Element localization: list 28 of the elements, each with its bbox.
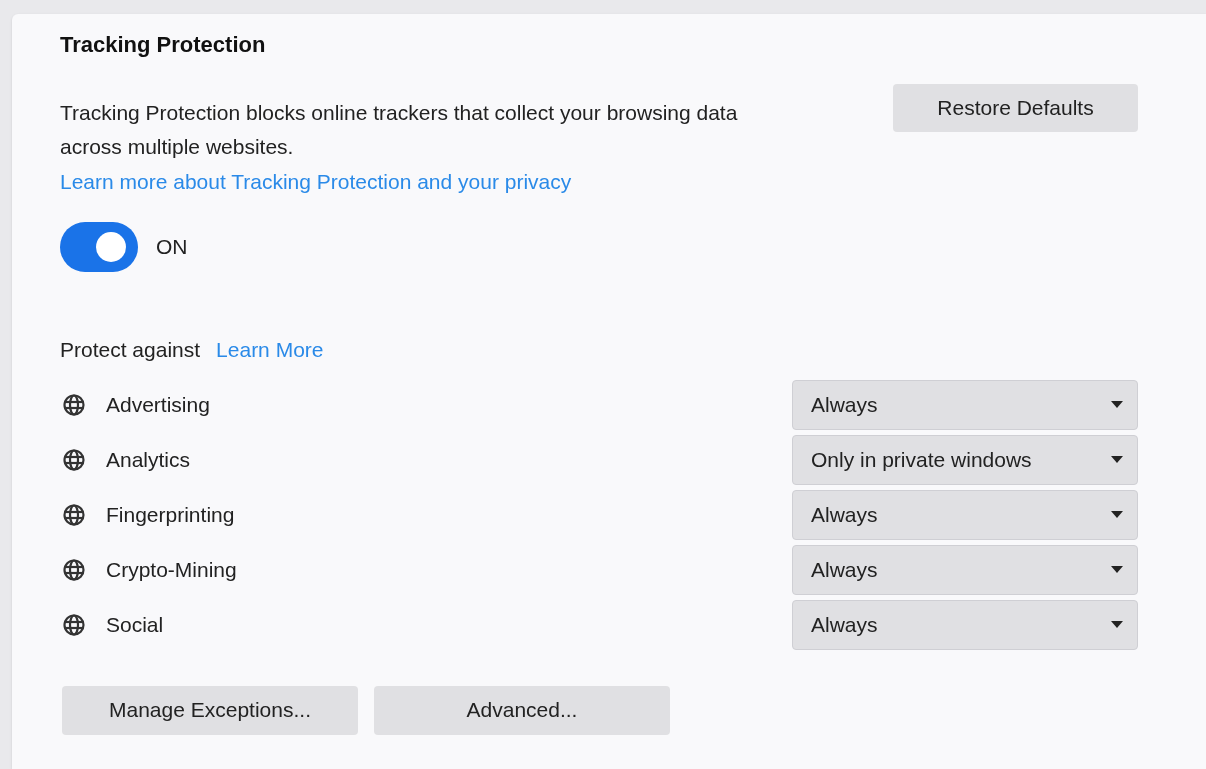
toggle-switch[interactable] (60, 222, 138, 272)
frequency-dropdown[interactable]: Only in private windows (792, 434, 1138, 485)
frequency-dropdown[interactable]: Always (792, 599, 1138, 650)
protect-against-label: Protect against (60, 337, 201, 363)
description: Tracking Protection blocks online trackers that collect your browsing data across multiple websites. (60, 100, 739, 160)
tracker-label: Social (106, 611, 164, 638)
caret-icon (1111, 456, 1123, 463)
globe-icon (62, 612, 86, 637)
tracker-label: Analytics (106, 446, 191, 473)
globe-icon (62, 447, 86, 472)
tracker-label: Fingerprinting (106, 501, 235, 528)
action-button[interactable]: Advanced... (374, 685, 670, 735)
frequency-dropdown[interactable]: Always (792, 489, 1138, 540)
action-button[interactable]: Manage Exceptions... (62, 685, 358, 735)
caret-icon (1111, 511, 1123, 518)
tracker-label: Crypto-Mining (106, 556, 237, 583)
frequency-dropdown[interactable]: Always (792, 544, 1138, 595)
frequency-dropdown[interactable]: Always (792, 379, 1138, 430)
caret-icon (1111, 621, 1123, 628)
toggle-label: ON (156, 234, 188, 261)
globe-icon (62, 557, 86, 582)
globe-icon (62, 502, 86, 527)
caret-icon (1111, 566, 1123, 573)
globe-icon (62, 392, 86, 417)
tracker-label: Advertising (106, 391, 210, 418)
section-title: Tracking Protection (60, 31, 267, 59)
caret-icon (1111, 401, 1123, 408)
restore-defaults-button[interactable]: Restore Defaults (893, 84, 1138, 132)
